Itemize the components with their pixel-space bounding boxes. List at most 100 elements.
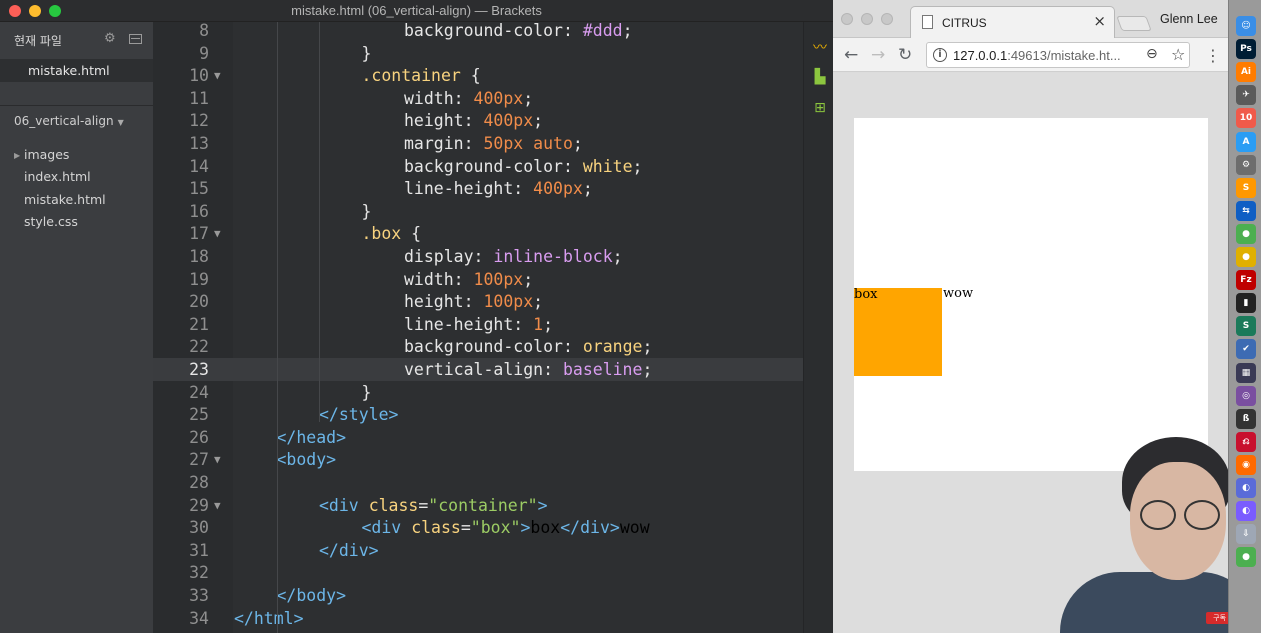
code-line[interactable]: 12 height: 400px; — [153, 110, 803, 133]
chrome-dev-icon[interactable]: ◐ — [1236, 501, 1256, 522]
fold-toggle-icon[interactable]: ▼ — [214, 223, 221, 246]
code-line[interactable]: 26 </head> — [153, 427, 803, 450]
tree-file-style[interactable]: style.css — [24, 214, 78, 229]
code-text: } — [361, 43, 372, 63]
indent-guide — [276, 22, 278, 633]
extension-manager-icon[interactable]: ▙ — [811, 69, 829, 85]
sourcetree-icon[interactable]: S — [1236, 316, 1256, 337]
code-text: <body> — [276, 450, 337, 470]
launchpad-icon[interactable]: ✈ — [1236, 85, 1256, 106]
profile-name[interactable]: Glenn Lee — [1160, 12, 1218, 26]
line-number: 13 — [189, 134, 209, 153]
code-line[interactable]: 34 </html> — [153, 608, 803, 631]
system-preferences-icon[interactable]: ⚙ — [1236, 154, 1256, 175]
line-number: 19 — [189, 269, 209, 289]
line-number: 12 — [189, 111, 209, 131]
terminal-icon[interactable]: ▮ — [1236, 293, 1256, 314]
code-text: height: 100px; — [404, 292, 544, 312]
tab-citrus[interactable]: CITRUS × — [910, 6, 1115, 39]
more-menu-icon[interactable]: ⋮ — [1205, 46, 1221, 65]
gift-icon[interactable]: ⊞ — [811, 100, 829, 116]
code-line[interactable]: 8 background-color: #ddd; — [153, 22, 803, 43]
illustrator-icon[interactable]: Ai — [1236, 62, 1256, 83]
code-line[interactable]: 10 ▼ .container { — [153, 65, 803, 88]
photoshop-icon[interactable]: Ps — [1236, 39, 1256, 60]
calendar-icon[interactable]: 10 — [1236, 108, 1256, 129]
chrome-icon[interactable]: ● — [1236, 223, 1256, 244]
fold-toggle-icon[interactable]: ▼ — [214, 65, 221, 88]
code-editor[interactable]: 8 background-color: #ddd; 9} 10 ▼ .container … — [153, 22, 803, 633]
code-line[interactable]: 29 ▼ <div class="container"> — [153, 495, 803, 518]
code-line[interactable]: 28 — [153, 472, 803, 495]
code-line[interactable]: 33 </body> — [153, 585, 803, 608]
close-window-button[interactable] — [841, 13, 853, 25]
pandoc-icon[interactable]: ß — [1236, 408, 1256, 429]
tree-folder-images[interactable]: images — [24, 147, 69, 162]
code-text: </div> — [319, 540, 379, 560]
firefox-icon[interactable]: ◉ — [1236, 454, 1256, 475]
filezilla-icon[interactable]: Fz — [1236, 270, 1256, 291]
minimize-window-button[interactable] — [861, 13, 873, 25]
line-number: 21 — [189, 314, 209, 334]
acrobat-icon[interactable]: ⎌ — [1236, 431, 1256, 452]
working-file-item[interactable]: mistake.html — [0, 59, 153, 82]
code-line[interactable]: 19 width: 100px; — [153, 269, 803, 292]
browser-toolbar: ← → ↻ i 127.0.0.1:49613/mistake.ht... ⊖ … — [833, 38, 1228, 72]
info-icon[interactable]: i — [933, 48, 947, 62]
address-bar[interactable]: i 127.0.0.1:49613/mistake.ht... ⊖ ☆ — [926, 42, 1190, 68]
code-line[interactable]: 31 </div> — [153, 540, 803, 563]
project-dropdown[interactable]: 06_vertical-align ▼ — [14, 114, 124, 128]
star-icon[interactable]: ☆ — [1171, 45, 1185, 64]
line-number: 29 — [189, 495, 209, 515]
code-line[interactable]: 13 margin: 50px auto; — [153, 133, 803, 156]
todo-icon[interactable]: ✔ — [1236, 339, 1256, 360]
teamviewer-icon[interactable]: ⇆ — [1236, 200, 1256, 221]
code-line[interactable]: 11 width: 400px; — [153, 88, 803, 111]
code-line[interactable]: 30 <div class="box">box</div>wow — [153, 517, 803, 540]
code-line[interactable]: 27 ▼ <body> — [153, 449, 803, 472]
code-line[interactable]: 15 line-height: 400px; — [153, 178, 803, 201]
code-line[interactable]: 9} — [153, 43, 803, 66]
chrome-beta-icon[interactable]: ● — [1236, 547, 1256, 568]
code-line[interactable]: 18 display: inline-block; — [153, 246, 803, 269]
screen-recorder-icon[interactable]: ▦ — [1236, 362, 1256, 383]
chevron-right-icon[interactable]: ▶ — [14, 151, 20, 160]
app-store-icon[interactable]: A — [1236, 131, 1256, 152]
forward-arrow-icon[interactable]: → — [871, 45, 885, 65]
code-line[interactable]: 17 ▼ .box { — [153, 223, 803, 246]
line-number: 26 — [189, 427, 209, 447]
zoom-icon[interactable]: ⊖ — [1146, 46, 1158, 62]
sublime-text-icon[interactable]: S — [1236, 177, 1256, 198]
close-icon[interactable]: × — [1093, 12, 1106, 30]
line-number: 32 — [189, 563, 209, 583]
code-line[interactable]: 21 line-height: 1; — [153, 314, 803, 337]
tree-file-index[interactable]: index.html — [24, 169, 91, 184]
reload-icon[interactable]: ↻ — [898, 45, 912, 65]
code-line[interactable]: 23 vertical-align: baseline; — [153, 359, 803, 382]
new-tab-button[interactable] — [1116, 16, 1152, 31]
back-arrow-icon[interactable]: ← — [844, 45, 858, 65]
line-number: 31 — [189, 540, 209, 560]
photo-booth-icon[interactable]: ◎ — [1236, 385, 1256, 406]
code-line[interactable]: 14 background-color: white; — [153, 156, 803, 179]
instruments-icon[interactable]: ◐ — [1236, 478, 1256, 498]
gear-icon[interactable]: ⚙ — [104, 31, 116, 46]
line-number: 11 — [189, 88, 209, 108]
finder-icon[interactable]: ☺ — [1236, 16, 1256, 36]
sidebar-divider — [0, 105, 153, 106]
downloads-icon[interactable]: ⇩ — [1236, 524, 1256, 545]
live-preview-icon[interactable]: 〰 — [811, 40, 829, 56]
fold-toggle-icon[interactable]: ▼ — [214, 449, 221, 472]
split-view-icon[interactable] — [129, 34, 142, 44]
code-line[interactable]: 32 — [153, 562, 803, 585]
code-line[interactable]: 24} — [153, 382, 803, 405]
zoom-window-button[interactable] — [881, 13, 893, 25]
code-line[interactable]: 25 </style> — [153, 404, 803, 427]
code-line[interactable]: 16} — [153, 201, 803, 224]
tree-file-mistake[interactable]: mistake.html — [24, 192, 106, 207]
code-line[interactable]: 22 background-color: orange; — [153, 336, 803, 359]
box-text: box — [854, 287, 878, 302]
chrome-canary-icon[interactable]: ● — [1236, 247, 1256, 267]
code-line[interactable]: 20 height: 100px; — [153, 291, 803, 314]
fold-toggle-icon[interactable]: ▼ — [214, 495, 221, 518]
